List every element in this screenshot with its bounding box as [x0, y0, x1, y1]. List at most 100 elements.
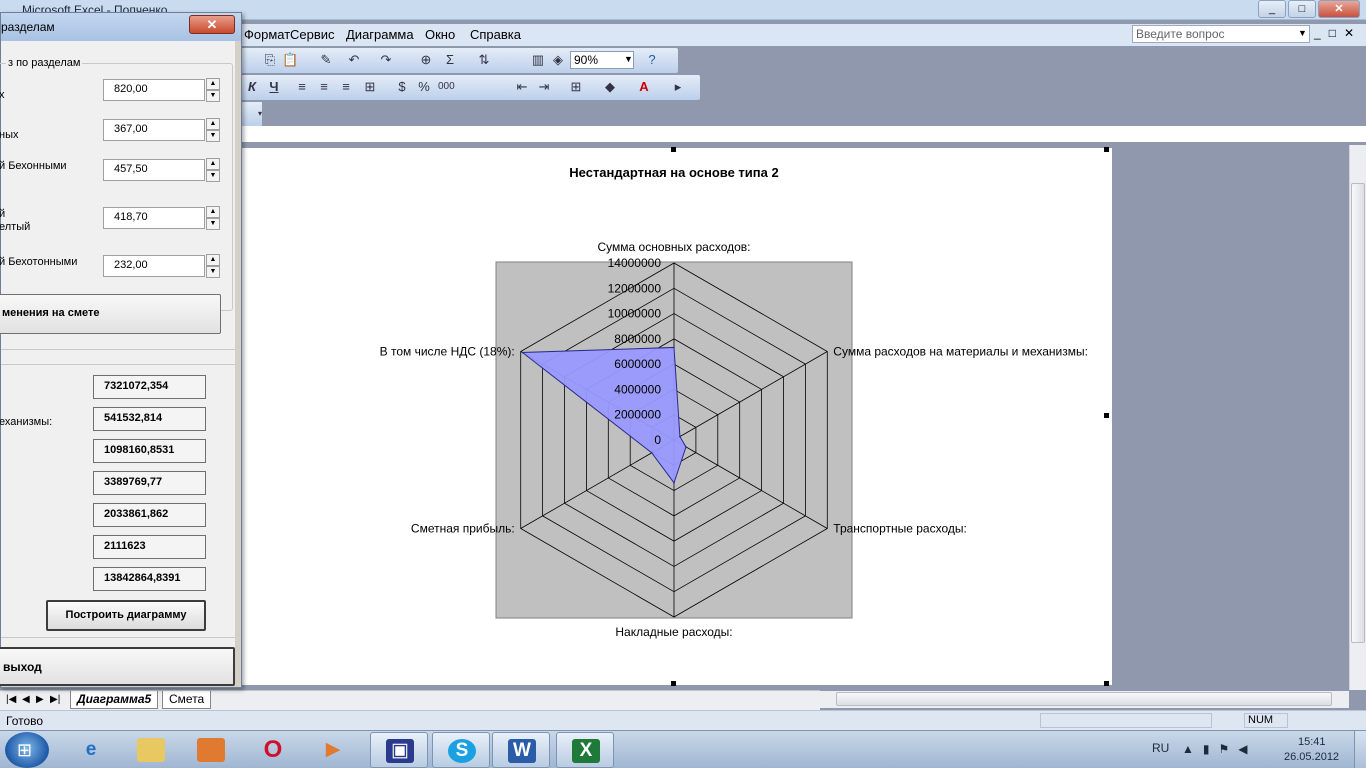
- section-input-1[interactable]: 820,00: [103, 79, 205, 101]
- thousands-button[interactable]: 000: [438, 79, 455, 95]
- clock-date[interactable]: 26.05.2012: [1284, 751, 1339, 763]
- chevron-down-icon[interactable]: ▼: [624, 54, 633, 64]
- outdent-icon[interactable]: ⇥: [536, 79, 552, 95]
- chart-area[interactable]: 0 2000000 4000000 6000000 8000000 10000000 120…: [240, 148, 1112, 685]
- spin-buttons[interactable]: ▲ ▼: [206, 118, 220, 142]
- resize-handle[interactable]: [671, 147, 676, 152]
- copy-icon[interactable]: ⎘: [262, 52, 278, 68]
- menu-format[interactable]: Формат: [244, 27, 290, 42]
- taskbar-media[interactable]: ▶: [304, 732, 362, 768]
- toolbar-options-icon[interactable]: ▾: [252, 106, 268, 122]
- build-chart-button[interactable]: Построить диаграмму: [46, 600, 206, 631]
- resize-handle[interactable]: [1104, 413, 1109, 418]
- vertical-scrollbar[interactable]: [1349, 145, 1366, 690]
- resize-handle[interactable]: [1104, 681, 1109, 686]
- merge-center-icon[interactable]: ⊞: [362, 79, 378, 95]
- doc-restore-button[interactable]: □: [1329, 26, 1344, 40]
- clock-time[interactable]: 15:41: [1298, 736, 1326, 748]
- last-sheet-button[interactable]: ▶|: [50, 694, 60, 705]
- menu-chart[interactable]: Диаграмма: [346, 27, 414, 42]
- paste-icon[interactable]: 📋: [282, 52, 298, 68]
- horizontal-scrollbar[interactable]: [820, 691, 1349, 708]
- spin-down-icon[interactable]: ▼: [206, 90, 220, 102]
- start-button[interactable]: ⊞: [5, 732, 49, 768]
- borders-icon[interactable]: ⊞: [568, 79, 584, 95]
- language-indicator[interactable]: RU: [1152, 741, 1169, 755]
- apply-changes-button[interactable]: менения на смете: [0, 294, 221, 334]
- underline-button[interactable]: Ч: [266, 79, 282, 95]
- italic-button[interactable]: К: [244, 79, 260, 95]
- doc-minimize-button[interactable]: _: [1314, 26, 1329, 40]
- spin-down-icon[interactable]: ▼: [206, 218, 220, 230]
- percent-button[interactable]: %: [416, 79, 432, 95]
- fill-color-icon[interactable]: ◆: [602, 79, 618, 95]
- scroll-thumb[interactable]: [836, 692, 1332, 706]
- section-input-4[interactable]: 418,70: [103, 207, 205, 229]
- spin-buttons[interactable]: ▲ ▼: [206, 78, 220, 102]
- tab-smeta[interactable]: Смета: [162, 691, 212, 709]
- spin-down-icon[interactable]: ▼: [206, 266, 220, 278]
- volume-icon[interactable]: ◀: [1238, 742, 1256, 756]
- align-center-icon[interactable]: ≡: [316, 79, 332, 95]
- font-color-button[interactable]: A: [636, 79, 652, 95]
- minimize-button[interactable]: _: [1258, 0, 1286, 18]
- format-painter-icon[interactable]: ✎: [318, 52, 334, 68]
- sort-icon[interactable]: ⇅: [476, 52, 492, 68]
- toolbar-options-icon[interactable]: ▸: [670, 79, 686, 95]
- resize-handle[interactable]: [1104, 147, 1109, 152]
- spin-up-icon[interactable]: ▲: [206, 118, 220, 130]
- chevron-down-icon[interactable]: ▼: [1298, 28, 1307, 38]
- next-sheet-button[interactable]: ▶: [36, 694, 44, 705]
- indent-icon[interactable]: ⇤: [514, 79, 530, 95]
- menu-window[interactable]: Окно: [425, 27, 455, 42]
- tray-icons[interactable]: ▲▮⚑◀: [1182, 742, 1257, 756]
- section-input-3[interactable]: 457,50: [103, 159, 205, 181]
- spin-up-icon[interactable]: ▲: [206, 254, 220, 266]
- autosum-icon[interactable]: Σ: [442, 52, 458, 68]
- taskbar-opera[interactable]: O: [244, 732, 302, 768]
- align-right-icon[interactable]: ≡: [338, 79, 354, 95]
- doc-close-button[interactable]: ✕: [1344, 26, 1362, 40]
- tab-diagram5[interactable]: Диаграмма5: [70, 691, 159, 709]
- taskbar-app3[interactable]: [182, 732, 240, 768]
- spin-up-icon[interactable]: ▲: [206, 158, 220, 170]
- section-input-2[interactable]: 367,00: [103, 119, 205, 141]
- maximize-button[interactable]: □: [1288, 0, 1316, 18]
- ask-question-input[interactable]: Введите вопрос: [1132, 25, 1310, 43]
- drawing-icon[interactable]: ◈: [550, 52, 566, 68]
- scroll-thumb[interactable]: [1351, 183, 1365, 643]
- taskbar-ie[interactable]: e: [62, 732, 120, 768]
- network-icon[interactable]: ▮: [1203, 742, 1219, 756]
- exit-button[interactable]: выход: [0, 647, 235, 686]
- spin-up-icon[interactable]: ▲: [206, 206, 220, 218]
- spin-down-icon[interactable]: ▼: [206, 130, 220, 142]
- align-left-icon[interactable]: ≡: [294, 79, 310, 95]
- close-window-button[interactable]: ✕: [1318, 0, 1360, 18]
- tray-arrow-icon[interactable]: ▲: [1182, 742, 1203, 756]
- show-desktop-button[interactable]: [1354, 731, 1366, 768]
- taskbar-skype[interactable]: S: [432, 732, 490, 768]
- redo-icon[interactable]: ↷: [378, 52, 394, 68]
- spin-buttons[interactable]: ▲ ▼: [206, 254, 220, 278]
- dialog-close-button[interactable]: ✕: [189, 15, 235, 34]
- spin-up-icon[interactable]: ▲: [206, 78, 220, 90]
- taskbar-word[interactable]: W: [492, 732, 550, 768]
- spin-down-icon[interactable]: ▼: [206, 170, 220, 182]
- first-sheet-button[interactable]: |◀: [6, 694, 16, 705]
- menu-help[interactable]: Справка: [470, 27, 521, 42]
- section-input-5[interactable]: 232,00: [103, 255, 205, 277]
- resize-handle[interactable]: [671, 681, 676, 686]
- taskbar-save[interactable]: ▣: [370, 732, 428, 768]
- menu-service[interactable]: Сервис: [290, 27, 335, 42]
- flag-icon[interactable]: ⚑: [1219, 742, 1239, 756]
- prev-sheet-button[interactable]: ◀: [22, 694, 30, 705]
- currency-icon[interactable]: $: [394, 79, 410, 95]
- undo-icon[interactable]: ↶: [346, 52, 362, 68]
- spin-buttons[interactable]: ▲ ▼: [206, 206, 220, 230]
- spin-buttons[interactable]: ▲ ▼: [206, 158, 220, 182]
- taskbar-excel[interactable]: X: [556, 732, 614, 768]
- chart-wizard-icon[interactable]: ▥: [530, 52, 546, 68]
- hyperlink-icon[interactable]: ⊕: [418, 52, 434, 68]
- taskbar-explorer[interactable]: [122, 732, 180, 768]
- help-icon[interactable]: ?: [644, 52, 660, 68]
